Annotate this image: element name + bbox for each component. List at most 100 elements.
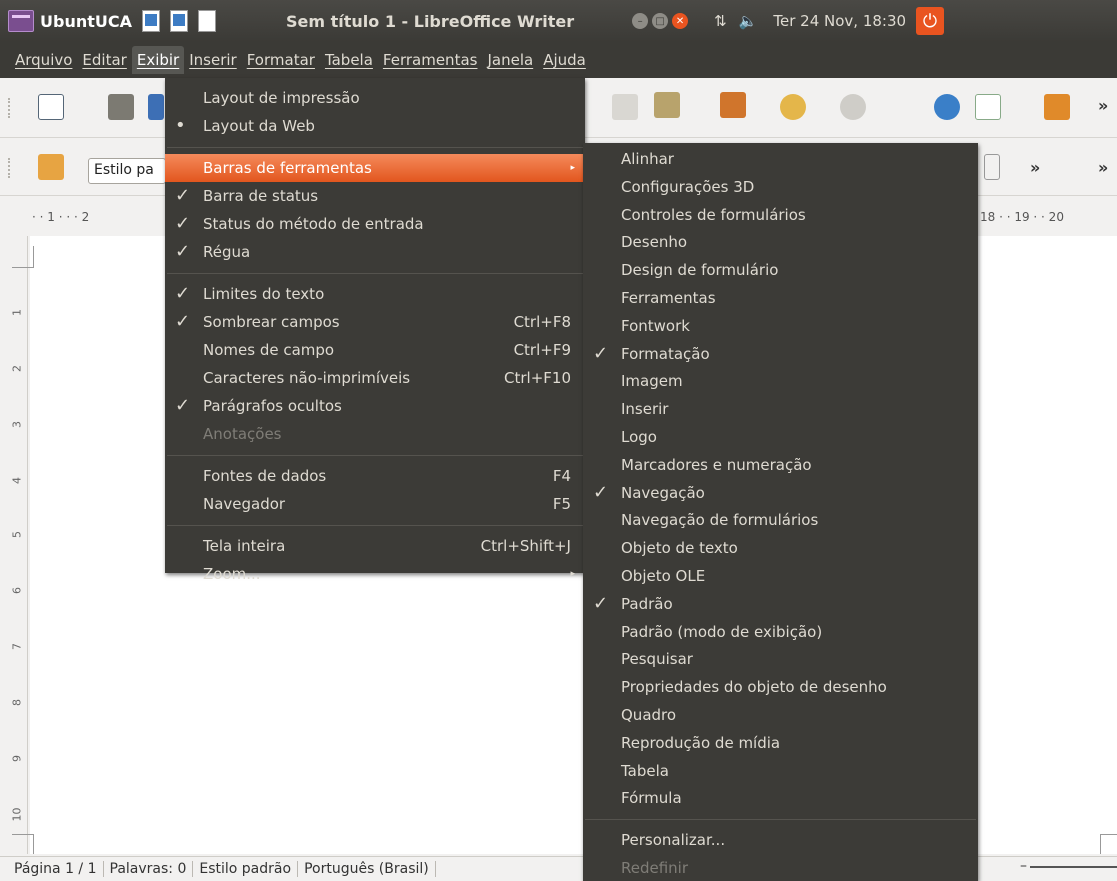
menu-item-ferramentas[interactable]: Ferramentas bbox=[583, 284, 978, 312]
table-icon[interactable] bbox=[975, 94, 1001, 120]
menu-item-desenho[interactable]: Desenho bbox=[583, 228, 978, 256]
menu-item-label: Formatação bbox=[621, 344, 710, 363]
menu-item-regua[interactable]: ✓ Régua bbox=[165, 238, 585, 266]
menu-separator bbox=[167, 525, 583, 526]
menu-item-label: Parágrafos ocultos bbox=[203, 397, 342, 415]
menu-item-layout-da-web[interactable]: • Layout da Web bbox=[165, 112, 585, 140]
toolbar-grip[interactable] bbox=[8, 98, 12, 118]
menu-item-formatacao[interactable]: ✓ Formatação bbox=[583, 340, 978, 368]
shortcut-label: F5 bbox=[552, 495, 571, 513]
menu-item-fontes-de-dados[interactable]: Fontes de dados F4 bbox=[165, 462, 585, 490]
menu-editar[interactable]: Editar bbox=[77, 46, 131, 74]
menu-item-limites-do-texto[interactable]: ✓ Limites do texto bbox=[165, 280, 585, 308]
menu-item-barra-de-status[interactable]: ✓ Barra de status bbox=[165, 182, 585, 210]
undo-icon[interactable] bbox=[780, 94, 806, 120]
border-icon[interactable] bbox=[984, 154, 1000, 180]
menu-item-status-do-metodo-de-entrada[interactable]: ✓ Status do método de entrada bbox=[165, 210, 585, 238]
menu-item-zoom[interactable]: Zoom... ▸ bbox=[165, 560, 585, 588]
menu-inserir[interactable]: Inserir bbox=[184, 46, 241, 74]
menu-item-quadro[interactable]: Quadro bbox=[583, 701, 978, 729]
page-style[interactable]: Estilo padrão bbox=[193, 861, 299, 877]
shortcut-label: Ctrl+F9 bbox=[513, 341, 571, 359]
menu-item-marcadores-e-numeracao[interactable]: Marcadores e numeração bbox=[583, 451, 978, 479]
open-folder-icon[interactable] bbox=[108, 94, 134, 120]
menu-tabela[interactable]: Tabela bbox=[320, 46, 378, 74]
menu-item-inserir[interactable]: Inserir bbox=[583, 395, 978, 423]
writer-doc-icon-2[interactable] bbox=[170, 10, 188, 32]
blank-doc-icon[interactable] bbox=[198, 10, 216, 32]
maximize-icon[interactable]: □ bbox=[652, 13, 669, 29]
menu-item-sombrear-campos[interactable]: ✓ Sombrear campos Ctrl+F8 bbox=[165, 308, 585, 336]
menu-item-pesquisar[interactable]: Pesquisar bbox=[583, 645, 978, 673]
checkmark-icon: ✓ bbox=[175, 283, 191, 304]
paragraph-style-select[interactable]: Estilo pa bbox=[88, 158, 166, 184]
page-count[interactable]: Página 1 / 1 bbox=[8, 861, 104, 877]
menu-item-configuracoes-3d[interactable]: Configurações 3D bbox=[583, 173, 978, 201]
clock[interactable]: Ter 24 Nov, 18:30 bbox=[773, 12, 906, 30]
toolbar-more-icon[interactable]: » bbox=[1098, 96, 1108, 115]
menu-item-formula[interactable]: Fórmula bbox=[583, 784, 978, 812]
close-icon[interactable]: ✕ bbox=[672, 13, 689, 29]
writer-doc-icon[interactable] bbox=[142, 10, 160, 32]
menu-item-paragrafos-ocultos[interactable]: ✓ Parágrafos ocultos bbox=[165, 392, 585, 420]
menu-item-alinhar[interactable]: Alinhar bbox=[583, 145, 978, 173]
power-icon[interactable]: ⏻ bbox=[916, 7, 945, 35]
menu-ajuda[interactable]: Ajuda bbox=[538, 46, 591, 74]
menu-item-tela-inteira[interactable]: Tela inteira Ctrl+Shift+J bbox=[165, 532, 585, 560]
word-count[interactable]: Palavras: 0 bbox=[104, 861, 194, 877]
menu-item-label: Reprodução de mídia bbox=[621, 733, 781, 752]
menu-item-anotacoes: Anotações bbox=[165, 420, 585, 448]
menu-item-navegador[interactable]: Navegador F5 bbox=[165, 490, 585, 518]
styles-icon[interactable] bbox=[38, 154, 64, 180]
menu-item-navegacao-de-formularios[interactable]: Navegação de formulários bbox=[583, 506, 978, 534]
menu-item-personalizar[interactable]: Personalizar... bbox=[583, 826, 978, 854]
menu-item-design-de-formulario[interactable]: Design de formulário bbox=[583, 256, 978, 284]
menu-formatar[interactable]: Formatar bbox=[242, 46, 320, 74]
menu-item-imagem[interactable]: Imagem bbox=[583, 367, 978, 395]
menu-item-layout-de-impressao[interactable]: Layout de impressão bbox=[165, 84, 585, 112]
app-logo-icon[interactable] bbox=[8, 10, 34, 32]
menu-item-objeto-de-texto[interactable]: Objeto de texto bbox=[583, 534, 978, 562]
app-name[interactable]: UbuntUCA bbox=[40, 12, 132, 31]
menu-item-propriedades-do-objeto-de-desenho[interactable]: Propriedades do objeto de desenho bbox=[583, 673, 978, 701]
zoom-slider[interactable] bbox=[1030, 866, 1117, 868]
redo-icon[interactable] bbox=[840, 94, 866, 120]
menu-item-fontwork[interactable]: Fontwork bbox=[583, 312, 978, 340]
navigator-icon[interactable] bbox=[934, 94, 960, 120]
menu-janela[interactable]: Janela bbox=[482, 46, 538, 74]
menu-item-tabela[interactable]: Tabela bbox=[583, 757, 978, 785]
minimize-icon[interactable]: – bbox=[632, 13, 649, 29]
toolbar-grip[interactable] bbox=[8, 158, 12, 178]
toolbar-more-icon-2[interactable]: » bbox=[1098, 158, 1108, 177]
vertical-ruler[interactable]: 1 2 3 4 5 6 7 8 9 10 bbox=[6, 236, 28, 854]
menu-arquivo[interactable]: Arquivo bbox=[10, 46, 77, 74]
save-icon[interactable] bbox=[148, 94, 164, 120]
vruler-num: 2 bbox=[10, 365, 24, 372]
menu-item-padrao[interactable]: ✓ Padrão bbox=[583, 590, 978, 618]
copy-icon[interactable] bbox=[612, 94, 638, 120]
menu-item-controles-de-formularios[interactable]: Controles de formulários bbox=[583, 201, 978, 229]
menu-ferramentas[interactable]: Ferramentas bbox=[378, 46, 483, 74]
network-icon[interactable]: ⇅ bbox=[714, 12, 727, 30]
zoom-out-icon[interactable]: – bbox=[1020, 858, 1027, 874]
clone-formatting-icon[interactable] bbox=[720, 92, 746, 118]
menu-item-logo[interactable]: Logo bbox=[583, 423, 978, 451]
menu-item-label: Status do método de entrada bbox=[203, 215, 424, 233]
menu-item-objeto-ole[interactable]: Objeto OLE bbox=[583, 562, 978, 590]
menu-exibir[interactable]: Exibir bbox=[131, 46, 185, 74]
menu-item-padrao-modo-de-exibicao[interactable]: Padrão (modo de exibição) bbox=[583, 618, 978, 646]
menu-item-caracteres-nao-imprimiveis[interactable]: Caracteres não-imprimíveis Ctrl+F10 bbox=[165, 364, 585, 392]
menu-item-barras-de-ferramentas[interactable]: Barras de ferramentas ▸ bbox=[165, 154, 585, 182]
toolbar-more-icon[interactable]: » bbox=[1030, 158, 1040, 177]
paste-icon[interactable] bbox=[654, 92, 680, 118]
menu-item-label: Régua bbox=[203, 243, 251, 261]
volume-icon[interactable]: 🔈 bbox=[739, 12, 758, 30]
menu-item-nomes-de-campo[interactable]: Nomes de campo Ctrl+F9 bbox=[165, 336, 585, 364]
menu-item-navegacao[interactable]: ✓ Navegação bbox=[583, 479, 978, 507]
language[interactable]: Português (Brasil) bbox=[298, 861, 436, 877]
vruler-num: 3 bbox=[10, 421, 24, 428]
draw-icon[interactable] bbox=[1044, 94, 1070, 120]
new-document-icon[interactable] bbox=[38, 94, 64, 120]
menu-item-label: Controles de formulários bbox=[621, 205, 806, 224]
menu-item-reproducao-de-midia[interactable]: Reprodução de mídia bbox=[583, 729, 978, 757]
